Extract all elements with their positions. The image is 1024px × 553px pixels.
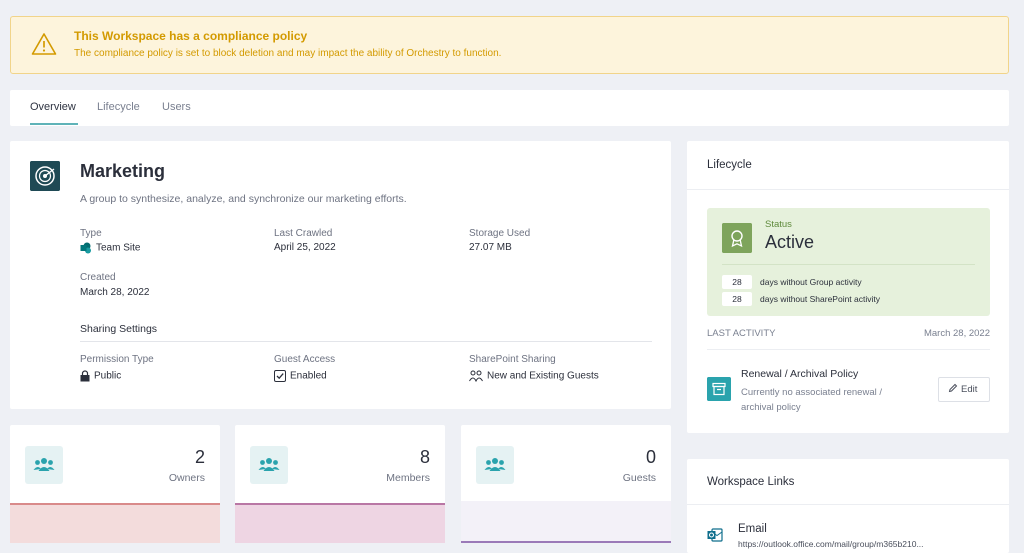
workspace-description: A group to synthesize, analyze, and sync… [80, 193, 407, 205]
type-value-text: Team Site [96, 242, 141, 254]
status-value: Active [765, 232, 815, 252]
storage-label: Storage Used [469, 228, 531, 239]
guest-access-value: Enabled [274, 370, 327, 382]
section-divider [80, 341, 652, 342]
workspace-details-card: Marketing A group to synthesize, analyze… [10, 141, 671, 409]
group-days-badge: 28 [722, 275, 752, 289]
created-value: March 28, 2022 [80, 287, 150, 298]
owners-label: Owners [168, 472, 205, 484]
members-footer-bar [235, 503, 445, 543]
guests-count: 0 [645, 447, 656, 467]
owners-icon-box [25, 446, 63, 484]
storage-value: 27.07 MB [469, 242, 512, 253]
sharepoint-days-badge: 28 [722, 292, 752, 306]
banner-title: This Workspace has a compliance policy [74, 29, 308, 43]
guest-access-text: Enabled [290, 370, 327, 382]
award-icon [722, 223, 752, 253]
lock-icon [80, 370, 90, 382]
last-crawled-value: April 25, 2022 [274, 242, 336, 253]
guests-footer-bar [461, 501, 671, 543]
sharepoint-sharing-label: SharePoint Sharing [469, 354, 556, 365]
permission-type-text: Public [94, 370, 122, 382]
guests-icon-box [476, 446, 514, 484]
guest-access-label: Guest Access [274, 354, 336, 365]
status-label: Status [765, 219, 792, 230]
checkbox-checked-icon [274, 370, 286, 382]
last-activity-label: LAST ACTIVITY [707, 328, 776, 339]
members-card[interactable]: 8 Members [235, 425, 445, 543]
guests-card[interactable]: 0 Guests [461, 425, 671, 543]
people-icon [33, 458, 55, 471]
created-label: Created [80, 272, 116, 283]
last-activity-divider [707, 349, 990, 350]
guests-label: Guests [622, 472, 656, 484]
type-value: Team Site [80, 242, 140, 254]
email-link-title[interactable]: Email [738, 523, 767, 535]
edit-policy-button[interactable]: Edit [938, 377, 990, 402]
workspace-logo-icon [30, 161, 60, 191]
tab-overview[interactable]: Overview [30, 101, 76, 113]
permission-type-value: Public [80, 370, 121, 382]
last-crawled-label: Last Crawled [274, 228, 333, 239]
edit-button-label: Edit [961, 384, 978, 395]
compliance-banner: This Workspace has a compliance policy T… [10, 16, 1009, 74]
sharepoint-icon [80, 242, 91, 254]
status-divider [722, 264, 975, 265]
last-activity-value: March 28, 2022 [923, 328, 990, 339]
archive-icon [707, 377, 731, 401]
lifecycle-card: Lifecycle Status Active 28 days without … [687, 141, 1009, 433]
workspace-links-divider [687, 504, 1009, 505]
email-link-url[interactable]: https://outlook.office.com/mail/group/m3… [738, 539, 924, 549]
warning-icon [31, 33, 57, 55]
sharepoint-days-text: days without SharePoint activity [760, 294, 881, 304]
people-icon [484, 458, 506, 471]
sharepoint-sharing-value: New and Existing Guests [469, 370, 599, 382]
pencil-icon [948, 383, 958, 393]
active-tab-indicator [30, 123, 78, 125]
outlook-icon [707, 528, 723, 542]
owners-card[interactable]: 2 Owners [10, 425, 220, 543]
owners-footer-bar [10, 503, 220, 543]
lifecycle-header-divider [687, 189, 1009, 190]
permission-type-label: Permission Type [80, 354, 154, 365]
workspace-links-heading: Workspace Links [707, 476, 795, 488]
workspace-title: Marketing [80, 161, 166, 181]
members-label: Members [386, 472, 430, 484]
tab-users[interactable]: Users [162, 101, 191, 113]
members-icon-box [250, 446, 288, 484]
policy-title: Renewal / Archival Policy [741, 368, 859, 380]
tab-bar: Overview Lifecycle Users [10, 90, 1009, 126]
group-days-text: days without Group activity [760, 277, 862, 287]
guests-icon [469, 370, 483, 382]
policy-description: Currently no associated renewal / archiv… [741, 387, 882, 413]
members-count: 8 [419, 447, 430, 467]
lifecycle-heading: Lifecycle [707, 159, 752, 171]
banner-message: The compliance policy is set to block de… [74, 48, 502, 59]
workspace-links-card: Workspace Links Email https://outlook.of… [687, 459, 1009, 553]
people-icon [258, 458, 280, 471]
status-panel: Status Active 28 days without Group acti… [707, 208, 990, 316]
sharepoint-sharing-text: New and Existing Guests [487, 370, 599, 382]
owners-count: 2 [194, 447, 205, 467]
tab-lifecycle[interactable]: Lifecycle [97, 101, 140, 113]
type-label: Type [80, 228, 102, 239]
sharing-settings-heading: Sharing Settings [80, 323, 158, 335]
